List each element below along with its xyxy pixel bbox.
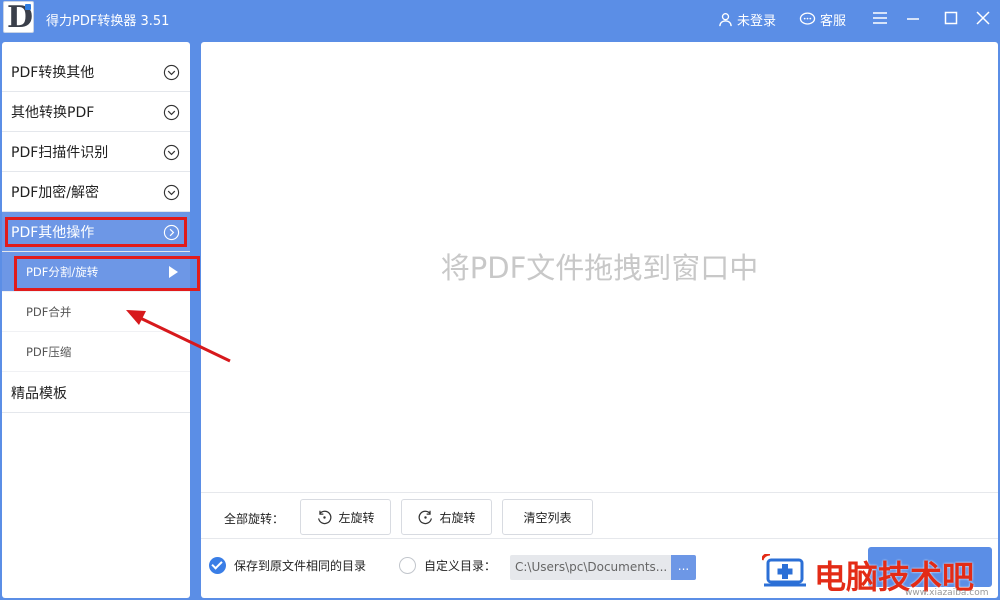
sidebar-item-pdf-other-ops[interactable]: PDF其他操作 [2, 212, 190, 252]
browse-button[interactable]: ... [671, 555, 696, 580]
save-same-dir-label: 保存到原文件相同的目录 [234, 559, 367, 573]
maximize-icon[interactable] [942, 9, 960, 27]
rotate-right-icon [419, 510, 433, 524]
drop-hint-text: 将PDF文件拖拽到窗口中 [440, 251, 759, 285]
save-same-dir-option[interactable]: 保存到原文件相同的目录 [209, 557, 366, 574]
sidebar-item-other-to-pdf[interactable]: 其他转换PDF [2, 92, 190, 132]
service-label: 客服 [820, 14, 847, 29]
chevron-right-icon [163, 224, 180, 241]
clear-list-button[interactable]: 清空列表 [502, 499, 593, 535]
custom-dir-label: 自定义目录： [424, 559, 497, 573]
sidebar-item-templates[interactable]: 精品模板 [2, 373, 190, 413]
sub-item-pdf-merge[interactable]: PDF合并 [2, 292, 190, 332]
sidebar-item-label: 精品模板 [11, 385, 67, 402]
rotate-left-label: 左旋转 [338, 510, 375, 525]
title-bar: D 得力PDF转换器 3.51 未登录 客服 [0, 0, 1000, 40]
custom-dir-option[interactable]: 自定义目录： [399, 557, 496, 574]
chevron-down-icon [163, 144, 180, 161]
chevron-down-icon [163, 104, 180, 121]
sidebar-item-label: PDF加密/解密 [11, 184, 99, 201]
rotate-toolbar: 全部旋转： 左旋转 右旋转 清空列表 [201, 492, 998, 538]
output-path-field[interactable]: C:\Users\pc\Documents... [510, 555, 672, 580]
highlight-box [5, 217, 187, 247]
radio-unchecked-icon [399, 557, 416, 574]
radio-checked-icon [209, 557, 226, 574]
clear-list-label: 清空列表 [523, 510, 572, 525]
sub-item-label: PDF压缩 [26, 344, 72, 359]
hamburger-menu-icon[interactable] [871, 9, 889, 27]
rotate-left-icon [318, 510, 332, 524]
minimize-icon[interactable] [904, 9, 922, 27]
customer-service-button[interactable]: 客服 [799, 10, 846, 29]
sub-item-highlight-box [14, 256, 200, 291]
user-icon [719, 13, 732, 27]
chevron-down-icon [163, 64, 180, 81]
sidebar-item-pdf-to-other[interactable]: PDF转换其他 [2, 52, 190, 92]
app-title: 得力PDF转换器 3.51 [46, 14, 170, 29]
rotate-right-label: 右旋转 [439, 510, 476, 525]
login-label: 未登录 [737, 14, 777, 29]
chat-icon [799, 12, 816, 25]
chevron-down-icon [163, 184, 180, 201]
sidebar-item-pdf-encrypt[interactable]: PDF加密/解密 [2, 172, 190, 212]
watermark-url: www.xiazaiba.com [905, 588, 989, 598]
sidebar-item-label: PDF转换其他 [11, 64, 95, 81]
sidebar-item-pdf-ocr[interactable]: PDF扫描件识别 [2, 132, 190, 172]
sub-item-label: PDF合并 [26, 304, 72, 319]
sub-item-pdf-compress[interactable]: PDF压缩 [2, 332, 190, 372]
monitor-plus-icon [762, 554, 806, 587]
sidebar: PDF转换其他 其他转换PDF PDF扫描件识别 PDF加密/解密 PDF其他操… [2, 42, 190, 598]
rotate-right-button[interactable]: 右旋转 [401, 499, 492, 535]
watermark: 电脑技术吧 www.xiazaiba.com [762, 548, 998, 598]
rotate-all-label: 全部旋转： [224, 512, 285, 526]
app-logo-icon: D [3, 0, 34, 35]
close-icon[interactable] [974, 9, 992, 27]
rotate-left-button[interactable]: 左旋转 [300, 499, 391, 535]
sidebar-item-label: PDF扫描件识别 [11, 144, 109, 161]
file-drop-area[interactable]: 将PDF文件拖拽到窗口中 全部旋转： 左旋转 右旋转 清空列表 保存到原文件相同… [201, 42, 998, 598]
login-button[interactable]: 未登录 [718, 10, 776, 29]
sidebar-item-label: 其他转换PDF [11, 104, 95, 121]
